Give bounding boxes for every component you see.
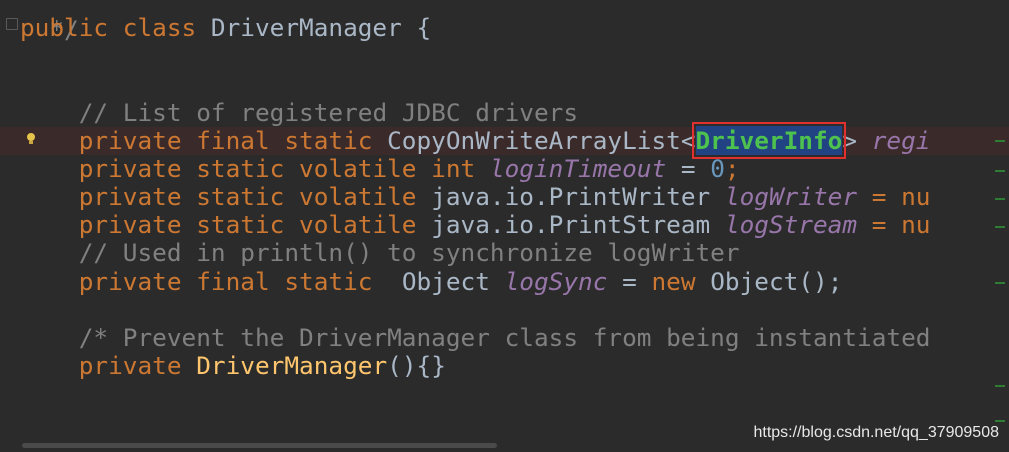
code-line-log-stream[interactable]: private static volatile java.io.PrintStr… [20,211,931,239]
field-name: loginTimeout [489,154,667,183]
code-line-log-writer[interactable]: private static volatile java.io.PrintWri… [20,183,931,211]
operator: = [607,267,652,296]
comment: // List of registered JDBC drivers [78,98,579,127]
code-line-comment-registered[interactable]: // List of registered JDBC drivers [20,99,578,127]
comment: /* Prevent the DriverManager class from … [78,323,931,352]
number-literal: 0 [710,154,725,183]
keyword: private static volatile [78,182,432,211]
type: java.io.PrintStream [431,210,725,239]
code-line-constructor[interactable]: private DriverManager(){} [20,352,446,380]
class-name: DriverManager [210,13,402,42]
type: Object [401,267,505,296]
stripe-mark[interactable] [995,198,1005,200]
keyword: private static volatile int [78,154,490,183]
code-line-comment-sync[interactable]: // Used in println() to synchronize logW… [20,239,740,267]
comment: // Used in println() to synchronize logW… [78,238,740,267]
operator: = [666,154,711,183]
semicolon: ; [724,154,740,183]
rest: = nu [857,182,931,211]
generic-type-highlight[interactable]: DriverInfo [691,122,847,159]
keyword: private [78,351,197,380]
stripe-mark[interactable] [995,420,1005,422]
keyword-new: new [651,267,711,296]
field-name: regi [871,126,931,155]
keyword: private static volatile [78,210,432,239]
keyword: public class [20,13,211,42]
keyword: private final static [78,267,402,296]
horizontal-scrollbar[interactable] [22,443,497,448]
keyword: private final static [78,126,388,155]
field-name: logSync [504,267,608,296]
code-line-login-timeout[interactable]: private static volatile int loginTimeout… [20,155,740,183]
watermark: https://blog.csdn.net/qq_37909508 [753,424,999,441]
rest: (){} [387,351,446,380]
type: CopyOnWriteArrayList< [387,126,696,155]
code-line-comment-prevent[interactable]: /* Prevent the DriverManager class from … [20,323,931,352]
stripe-mark[interactable] [995,170,1005,172]
brace: { [401,13,432,42]
stripe-mark[interactable] [995,385,1005,387]
rest: = nu [857,210,931,239]
generic-close: > [842,126,872,155]
field-name: logStream [724,210,858,239]
stripe-mark[interactable] [995,140,1005,142]
error-stripe[interactable] [993,0,1007,452]
field-name: logWriter [724,182,858,211]
rest: Object(); [710,267,843,296]
stripe-mark[interactable] [995,282,1005,284]
code-line-class-decl[interactable]: public class DriverManager { [20,14,431,42]
editor-gutter [0,0,20,452]
constructor-name: DriverManager [196,351,388,380]
code-line-registered-drivers[interactable]: private final static CopyOnWriteArrayLis… [20,122,931,159]
code-line-log-sync[interactable]: private final static Object logSync = ne… [20,267,843,296]
type: java.io.PrintWriter [431,182,725,211]
fold-icon[interactable] [6,18,18,30]
stripe-mark[interactable] [995,226,1005,228]
